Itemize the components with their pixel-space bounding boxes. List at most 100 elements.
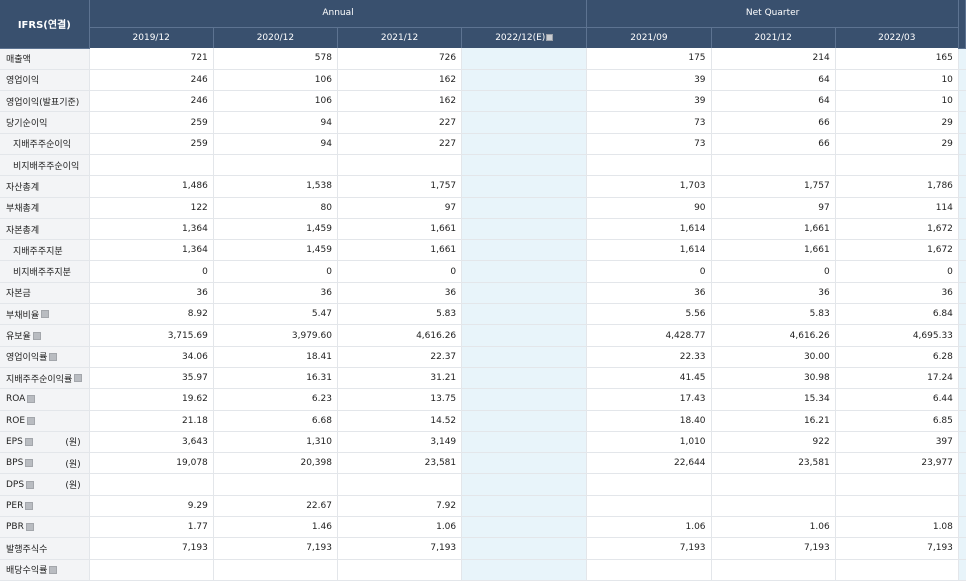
info-icon[interactable] (26, 480, 35, 489)
value-cell: 16.31 (213, 367, 338, 390)
row-filler (958, 473, 966, 496)
estimate-cell (461, 559, 588, 581)
value-cell: 66 (711, 111, 836, 134)
value-cell: 36 (711, 282, 836, 305)
info-icon[interactable] (49, 352, 58, 361)
value-cell: 246 (89, 90, 214, 113)
info-icon[interactable] (27, 395, 36, 404)
value-cell: 31.21 (337, 367, 463, 390)
row-filler (958, 69, 966, 92)
table-row: 영업이익(발표기준) 246 106 162 39 64 10 (0, 90, 966, 113)
value-cell: 578 (213, 48, 338, 70)
value-cell: 1.77 (89, 516, 214, 539)
period-header-estimate[interactable]: 2022/12(E) (461, 27, 588, 48)
row-label: 부채총계 (6, 204, 40, 215)
value-cell: 259 (89, 133, 214, 155)
info-icon[interactable] (24, 437, 33, 446)
value-cell: 17.24 (835, 367, 959, 390)
info-icon[interactable] (49, 565, 58, 574)
unit-label: (원) (65, 459, 81, 470)
value-cell: 18.41 (213, 346, 338, 368)
row-label-cell: 지배주주순이익 (0, 133, 90, 155)
row-filler (958, 367, 966, 390)
unit-label: (원) (65, 438, 81, 449)
period-header: 2021/09 (586, 27, 712, 48)
estimate-cell (461, 90, 588, 113)
value-cell: 227 (337, 133, 463, 155)
value-cell: 36 (586, 282, 712, 305)
value-cell: 23,581 (337, 452, 463, 475)
value-cell: 8.92 (89, 303, 214, 326)
row-label: 발행주식수 (6, 544, 48, 555)
header-filler (958, 0, 966, 49)
row-label: 배당수익률 (6, 566, 48, 577)
value-cell: 22.67 (213, 495, 338, 518)
info-icon[interactable] (27, 416, 36, 425)
value-cell: 162 (337, 69, 463, 92)
info-icon[interactable] (32, 331, 41, 340)
value-cell: 246 (89, 69, 214, 92)
info-icon[interactable] (25, 523, 34, 532)
row-filler (958, 303, 966, 326)
row-label: 당기순이익 (6, 119, 48, 130)
value-cell: 4,616.26 (711, 324, 836, 347)
value-cell: 114 (835, 197, 959, 219)
row-label: 유보율 (6, 332, 31, 342)
value-cell (337, 473, 463, 496)
value-cell: 10 (835, 90, 959, 113)
row-label-cell: BPS (원) (0, 452, 90, 475)
table-row: 부채비율 8.92 5.47 5.83 5.56 5.83 6.84 (0, 303, 966, 326)
estimate-cell (461, 388, 588, 411)
row-filler (958, 175, 966, 198)
row-filler (958, 388, 966, 411)
table-row: ROE 21.18 6.68 14.52 18.40 16.21 6.85 (0, 410, 966, 432)
estimate-info-icon[interactable] (546, 33, 554, 41)
value-cell: 29 (835, 133, 959, 155)
value-cell: 1,459 (213, 239, 338, 262)
row-label-cell: 자산총계 (0, 175, 90, 198)
value-cell: 5.83 (711, 303, 836, 326)
row-label-cell: ROE (0, 410, 90, 432)
estimate-cell (461, 175, 588, 198)
row-filler (958, 133, 966, 155)
value-cell: 5.56 (586, 303, 712, 326)
estimate-cell (461, 133, 588, 155)
value-cell: 1,703 (586, 175, 712, 198)
row-label-cell: PBR (0, 516, 90, 539)
value-cell: 23,581 (711, 452, 836, 475)
value-cell: 6.85 (835, 410, 959, 432)
info-icon[interactable] (74, 374, 83, 383)
info-icon[interactable] (41, 310, 50, 319)
row-label-cell: 당기순이익 (0, 111, 90, 134)
info-icon[interactable] (25, 501, 34, 510)
value-cell: 16.21 (711, 410, 836, 432)
value-cell: 4,428.77 (586, 324, 712, 347)
row-label: DPS (6, 479, 25, 490)
value-cell: 1,672 (835, 218, 959, 241)
period-header: 2020/12 (213, 27, 338, 48)
estimate-cell (461, 303, 588, 326)
estimate-cell (461, 324, 588, 347)
row-filler (958, 495, 966, 518)
value-cell: 9.29 (89, 495, 214, 518)
value-cell: 7,193 (711, 537, 836, 560)
row-label: 비지배주주순이익 (13, 161, 80, 172)
row-label: 영업이익(발표기준) (6, 97, 80, 108)
value-cell (586, 495, 712, 518)
value-cell: 0 (711, 260, 836, 283)
row-label: ROA (6, 394, 26, 405)
value-cell: 0 (835, 260, 959, 283)
value-cell: 15.34 (711, 388, 836, 411)
estimate-cell (461, 452, 588, 475)
info-icon[interactable] (25, 459, 34, 468)
row-label: 자본금 (6, 289, 31, 300)
value-cell: 90 (586, 197, 712, 219)
row-label-cell: 배당수익률 (0, 559, 90, 581)
value-cell: 6.44 (835, 388, 959, 411)
value-cell (89, 154, 214, 177)
value-cell: 18.40 (586, 410, 712, 432)
value-cell (586, 154, 712, 177)
value-cell: 1,538 (213, 175, 338, 198)
value-cell: 94 (213, 111, 338, 134)
estimate-cell (461, 516, 588, 539)
